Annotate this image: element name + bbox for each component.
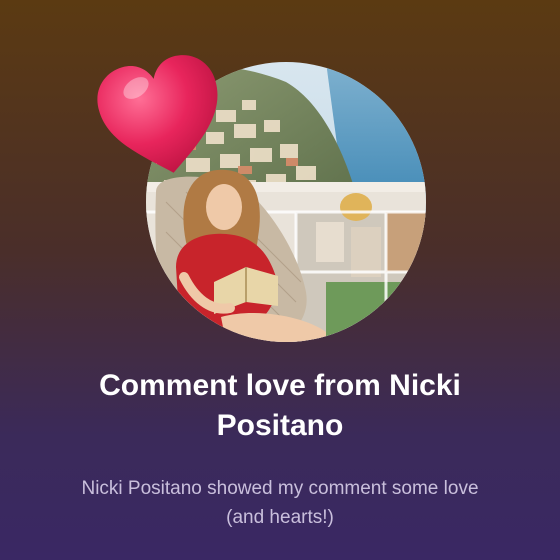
notification-title: Comment love from Nicki Positano [99, 369, 461, 442]
notification-message: Nicki Positano showed my comment some lo… [81, 478, 479, 528]
heart-icon [97, 55, 218, 173]
